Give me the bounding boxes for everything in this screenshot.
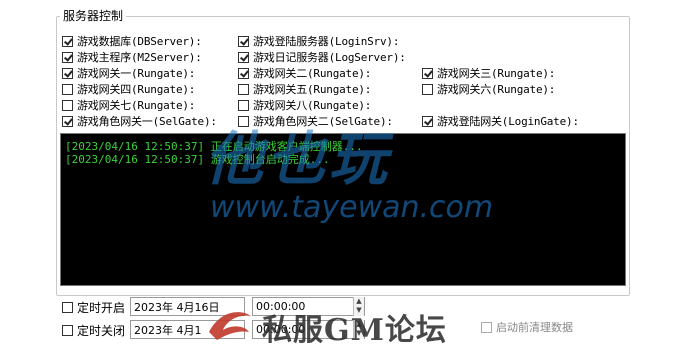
watermark-bottom-text: 私服GM论坛 xyxy=(262,313,447,348)
checkbox-box[interactable] xyxy=(481,321,492,333)
checkbox-rungate-4[interactable]: 游戏网关四(Rungate): xyxy=(62,81,195,97)
checkbox-label: 游戏网关四(Rungate): xyxy=(77,83,196,96)
checkbox-box[interactable] xyxy=(422,67,433,79)
watermark-logo: 他也玩 xyxy=(205,125,392,193)
checkbox-selgate-1[interactable]: 游戏角色网关一(SelGate): xyxy=(62,113,217,129)
checkbox-loginsrv[interactable]: 游戏登陆服务器(LoginSrv): xyxy=(238,33,399,49)
checkbox-box[interactable] xyxy=(62,67,73,79)
groupbox-title: 服务器控制 xyxy=(60,9,127,23)
watermark-swirl-icon xyxy=(209,312,251,340)
checkbox-label: 游戏网关三(Rungate): xyxy=(437,67,556,80)
checkbox-box[interactable] xyxy=(62,51,73,63)
schedule-start-label: 定时开启 xyxy=(77,300,126,315)
checkbox-rungate-2[interactable]: 游戏网关二(Rungate): xyxy=(238,65,371,81)
checkbox-rungate-5[interactable]: 游戏网关五(Rungate): xyxy=(238,81,371,97)
checkbox-box[interactable] xyxy=(62,324,73,336)
checkbox-label: 游戏网关二(Rungate): xyxy=(253,67,372,80)
checkbox-box[interactable] xyxy=(62,35,73,47)
checkbox-label: 游戏网关六(Rungate): xyxy=(437,83,556,96)
checkbox-box[interactable] xyxy=(62,115,73,127)
checkbox-label: 游戏主程序(M2Server): xyxy=(77,51,202,64)
checkbox-label: 游戏网关一(Rungate): xyxy=(77,67,196,80)
checkbox-box[interactable] xyxy=(238,83,249,95)
cleanup-label: 启动前清理数据 xyxy=(496,321,573,334)
stop-date-value: 2023年 4月1 xyxy=(134,323,202,337)
checkbox-m2server[interactable]: 游戏主程序(M2Server): xyxy=(62,49,202,65)
checkbox-label: 游戏日记服务器(LogServer): xyxy=(253,51,406,64)
checkbox-box[interactable] xyxy=(238,67,249,79)
checkbox-dbserver[interactable]: 游戏数据库(DBServer): xyxy=(62,33,202,49)
checkbox-rungate-7[interactable]: 游戏网关七(Rungate): xyxy=(62,97,195,113)
schedule-start-toggle[interactable]: 定时开启 xyxy=(62,298,125,316)
checkbox-box[interactable] xyxy=(238,35,249,47)
checkbox-logingate[interactable]: 游戏登陆网关(LoginGate): xyxy=(422,113,579,129)
checkbox-rungate-1[interactable]: 游戏网关一(Rungate): xyxy=(62,65,195,81)
watermark-url: www.tayewan.com xyxy=(210,190,494,225)
checkbox-box[interactable] xyxy=(62,301,73,313)
schedule-stop-toggle[interactable]: 定时关闭 xyxy=(62,321,125,339)
checkbox-label: 游戏网关七(Rungate): xyxy=(77,99,196,112)
checkbox-label: 游戏登陆网关(LoginGate): xyxy=(437,115,579,128)
cleanup-checkbox[interactable]: 启动前清理数据 xyxy=(481,319,573,335)
checkbox-label: 游戏网关八(Rungate): xyxy=(253,99,372,112)
checkbox-box[interactable] xyxy=(422,115,433,127)
checkbox-box[interactable] xyxy=(62,83,73,95)
checkbox-label: 游戏数据库(DBServer): xyxy=(77,35,202,48)
checkbox-label: 游戏网关五(Rungate): xyxy=(253,83,372,96)
checkbox-box[interactable] xyxy=(62,99,73,111)
checkbox-rungate-3[interactable]: 游戏网关三(Rungate): xyxy=(422,65,555,81)
checkbox-box[interactable] xyxy=(422,83,433,95)
checkbox-rungate-6[interactable]: 游戏网关六(Rungate): xyxy=(422,81,555,97)
checkbox-box[interactable] xyxy=(238,99,249,111)
checkbox-label: 游戏角色网关一(SelGate): xyxy=(77,115,217,128)
checkbox-logserver[interactable]: 游戏日记服务器(LogServer): xyxy=(238,49,406,65)
checkbox-label: 游戏登陆服务器(LoginSrv): xyxy=(253,35,400,48)
checkbox-box[interactable] xyxy=(238,51,249,63)
schedule-stop-label: 定时关闭 xyxy=(77,323,126,338)
checkbox-rungate-8[interactable]: 游戏网关八(Rungate): xyxy=(238,97,371,113)
